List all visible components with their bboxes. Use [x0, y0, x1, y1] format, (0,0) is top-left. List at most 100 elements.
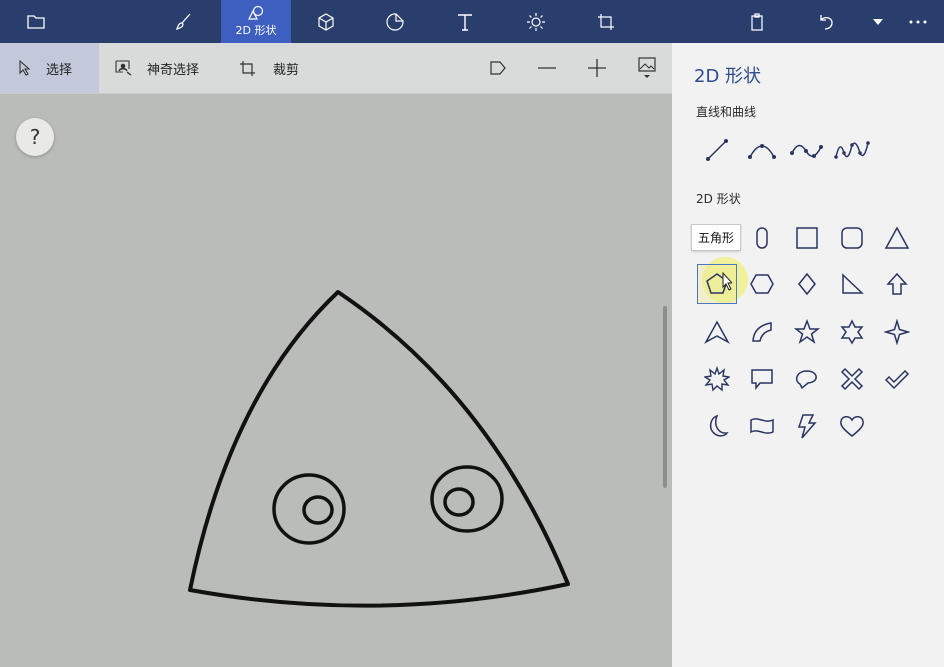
- tab-3d-shapes[interactable]: [304, 0, 348, 43]
- drawing-strokes: [188, 290, 570, 608]
- shape-lightning[interactable]: [787, 406, 827, 446]
- shape-arrowhead[interactable]: [697, 312, 737, 352]
- select-label: 选择: [46, 62, 73, 78]
- shape-hexagon[interactable]: [742, 264, 782, 304]
- paste-icon: [751, 12, 763, 31]
- shape-diamond[interactable]: [787, 264, 827, 304]
- arrowhead-icon: [704, 320, 730, 344]
- curve-tool[interactable]: [742, 130, 782, 170]
- shape-pentagon[interactable]: [697, 264, 737, 304]
- text-icon: [458, 13, 472, 31]
- ellipse-icon: [756, 227, 768, 249]
- drawing-canvas[interactable]: ?: [0, 94, 672, 667]
- left-eye-inner: [302, 495, 334, 525]
- moon-icon: [709, 414, 729, 437]
- history-dropdown[interactable]: [862, 0, 894, 43]
- zoom-out-button[interactable]: [529, 43, 565, 93]
- shape-star5[interactable]: [787, 312, 827, 352]
- pentagon-icon: [706, 271, 732, 294]
- triangle-icon: [884, 226, 910, 249]
- shape-square[interactable]: [787, 218, 827, 258]
- shape-quarter-circle[interactable]: [742, 312, 782, 352]
- shape-arrow-up[interactable]: [877, 264, 917, 304]
- shapes-2d-icon: [248, 5, 264, 20]
- lightning-icon: [797, 414, 817, 439]
- folder-icon: [27, 15, 45, 29]
- square-icon: [796, 227, 818, 249]
- star5-icon: [794, 319, 820, 344]
- multi-curve-icon: [834, 141, 870, 159]
- banner-icon: [750, 418, 774, 434]
- shape-right-triangle[interactable]: [832, 264, 872, 304]
- shape-burst[interactable]: [697, 359, 737, 399]
- shape-star6[interactable]: [832, 312, 872, 352]
- tab-canvas[interactable]: [584, 0, 628, 43]
- tab-2d-shapes[interactable]: 2D 形状: [221, 0, 291, 43]
- undo-button[interactable]: [804, 0, 848, 43]
- vertical-scrollbar[interactable]: [663, 306, 667, 488]
- paste-button[interactable]: [735, 0, 779, 43]
- right-eye-inner: [443, 487, 475, 517]
- shape-triangle[interactable]: [877, 218, 917, 258]
- tab-2d-shapes-label: 2D 形状: [235, 24, 277, 37]
- crop-label: 裁剪: [273, 62, 300, 78]
- magic-select-icon: [115, 60, 133, 76]
- star4-icon: [884, 319, 910, 345]
- shape-ellipse[interactable]: [742, 218, 782, 258]
- line-icon: [706, 139, 728, 161]
- image-view-button[interactable]: [629, 43, 665, 93]
- crop-button[interactable]: 裁剪: [239, 43, 299, 93]
- star6-icon: [840, 319, 864, 345]
- flag-button[interactable]: [480, 43, 516, 93]
- shape-rounded-square[interactable]: [832, 218, 872, 258]
- sticker-icon: [386, 12, 404, 31]
- wave-curve-tool[interactable]: [787, 130, 827, 170]
- shape-tooltip: 五角形: [691, 224, 742, 251]
- canvas-icon: [598, 13, 614, 30]
- shape-heart[interactable]: [832, 406, 872, 446]
- shape-cross[interactable]: [832, 359, 872, 399]
- multi-curve-tool[interactable]: [832, 130, 872, 170]
- image-icon: [638, 57, 656, 78]
- effects-icon: [527, 12, 545, 31]
- tab-effects[interactable]: [514, 0, 558, 43]
- face-outline: [188, 290, 570, 608]
- shape-speech-oval[interactable]: [787, 359, 827, 399]
- crop-icon: [239, 60, 256, 77]
- shape-banner[interactable]: [742, 406, 782, 446]
- cross-icon: [840, 367, 864, 391]
- tab-text[interactable]: [443, 0, 487, 43]
- brush-icon: [175, 13, 191, 30]
- burst-icon: [704, 366, 730, 392]
- shape-star4[interactable]: [877, 312, 917, 352]
- tab-stickers[interactable]: [373, 0, 417, 43]
- menu-button[interactable]: [14, 0, 58, 43]
- more-button[interactable]: [898, 0, 938, 43]
- pointer-icon: [18, 60, 32, 76]
- shape-speech-rect[interactable]: [742, 359, 782, 399]
- lines-section-title: 直线和曲线: [696, 105, 757, 119]
- right-eye-outer: [430, 465, 504, 533]
- speech-rect-icon: [751, 369, 773, 391]
- magic-select-label: 神奇选择: [147, 62, 200, 78]
- select-button[interactable]: 选择: [0, 43, 99, 93]
- speech-oval-icon: [795, 370, 817, 390]
- flag-icon: [490, 61, 506, 75]
- undo-icon: [820, 14, 833, 30]
- wave-curve-icon: [790, 144, 823, 158]
- history-dropdown-icon: [873, 18, 883, 25]
- shape-moon[interactable]: [697, 406, 737, 446]
- panel-title: 2D 形状: [694, 66, 762, 87]
- diamond-icon: [798, 272, 816, 296]
- arrow-up-icon: [886, 272, 908, 295]
- line-tool[interactable]: [697, 130, 737, 170]
- check-icon: [884, 369, 910, 390]
- brushes-tab[interactable]: [162, 0, 206, 43]
- right-triangle-icon: [842, 273, 864, 294]
- heart-icon: [840, 416, 864, 437]
- zoom-in-button[interactable]: [579, 43, 615, 93]
- top-menu-bar: 2D 形状: [0, 0, 944, 43]
- shape-check[interactable]: [877, 359, 917, 399]
- magic-select-button[interactable]: 神奇选择: [115, 43, 199, 93]
- secondary-toolbar: 选择 神奇选择 裁剪: [0, 43, 672, 94]
